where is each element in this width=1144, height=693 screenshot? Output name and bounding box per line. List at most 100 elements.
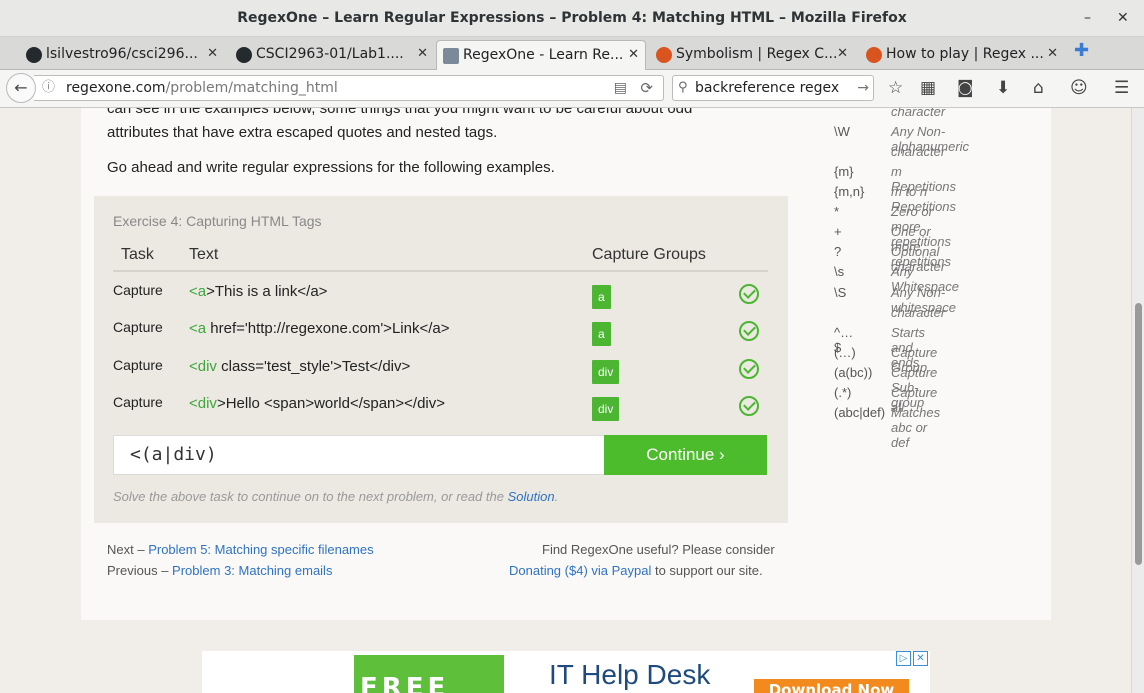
donate-link[interactable]: Donating ($4) via Paypal: [509, 563, 651, 578]
cheat-symbol: {m}: [834, 164, 854, 179]
previous-problem: Previous – Problem 3: Matching emails: [107, 563, 332, 578]
cheat-symbol: \W: [834, 124, 850, 139]
table-row: Capture <a href='http://regexone.com'>Li…: [94, 319, 788, 349]
continue-button[interactable]: Continue ›: [604, 435, 767, 475]
close-window-icon[interactable]: ✕: [1117, 0, 1129, 37]
cheat-symbol: +: [834, 224, 842, 239]
search-value: backreference regex: [695, 80, 840, 96]
tab-strip: lsilvestro96/csci296... ✕ CSCI2963-01/La…: [0, 37, 1144, 70]
tab-github-csci2961[interactable]: lsilvestro96/csci296... ✕: [20, 40, 224, 70]
tab-close-icon[interactable]: ✕: [207, 40, 218, 68]
pocket-icon[interactable]: ◙: [957, 78, 974, 98]
table-row: Capture <div>Hello <span>world</span></d…: [94, 394, 788, 424]
scrollbar-thumb[interactable]: [1135, 303, 1142, 565]
cheat-desc: character: [891, 305, 946, 320]
tab-close-icon[interactable]: ✕: [1047, 40, 1058, 68]
cheat-desc: character: [891, 108, 946, 119]
row-text: <a href='http://regexone.com'>Link</a>: [189, 320, 450, 337]
advertisement-banner[interactable]: FREE IT Help Desk Download Now ▷ ✕: [202, 651, 930, 693]
cheat-desc: Matches abc or def: [891, 405, 941, 450]
donate-prompt: Find RegexOne useful? Please consider: [542, 542, 775, 557]
ad-download-button[interactable]: Download Now: [754, 679, 909, 693]
checkmark-icon: [739, 396, 759, 416]
back-button[interactable]: ←: [6, 73, 36, 103]
tab-close-icon[interactable]: ✕: [837, 40, 848, 68]
previous-problem-link[interactable]: Problem 3: Matching emails: [172, 563, 332, 578]
search-input[interactable]: ⚲ backreference regex →: [672, 75, 874, 101]
hello-icon[interactable]: ☺: [1070, 78, 1088, 98]
capture-group-badge: div: [592, 360, 620, 384]
row-task: Capture: [113, 394, 163, 410]
solve-hint: Solve the above task to continue on to t…: [113, 489, 558, 504]
menu-icon[interactable]: ☰: [1114, 78, 1129, 98]
header-task: Task: [121, 246, 154, 263]
next-problem-link[interactable]: Problem 5: Matching specific filenames: [148, 542, 373, 557]
unmatched-text: >Hello <span>world</span></div>: [216, 395, 446, 412]
tab-close-icon[interactable]: ✕: [628, 41, 639, 69]
ad-free-text: FREE: [360, 673, 450, 693]
tab-symbolism-regex[interactable]: Symbolism | Regex C... ✕: [650, 40, 854, 70]
row-task: Capture: [113, 357, 163, 373]
intro-text-line: Go ahead and write regular expressions f…: [107, 159, 555, 176]
cheat-symbol: (abc|def): [834, 405, 886, 420]
navigation-bar: ⓘ regexone.com/problem/matching_html ▤ ⟳…: [0, 70, 1144, 108]
solution-link[interactable]: Solution: [508, 489, 555, 504]
bookmark-star-icon[interactable]: ☆: [888, 78, 903, 98]
checkmark-icon: [739, 321, 759, 341]
row-task: Capture: [113, 282, 163, 298]
tab-close-icon[interactable]: ✕: [417, 40, 428, 68]
info-icon[interactable]: ⓘ: [42, 76, 55, 100]
table-row: Capture <div class='test_style'>Test</di…: [94, 357, 788, 387]
header-divider: [113, 270, 768, 272]
donate-line: Donating ($4) via Paypal to support our …: [509, 563, 763, 578]
regex-answer-input[interactable]: <(a|div): [113, 435, 605, 475]
matched-text: <a: [189, 320, 207, 337]
minimize-icon[interactable]: –: [1084, 0, 1091, 37]
window-titlebar: RegexOne – Learn Regular Expressions – P…: [0, 0, 1144, 37]
row-text: <a>This is a link</a>: [189, 283, 327, 300]
page-content: can see in the examples below, some thin…: [0, 108, 1131, 693]
url-path: /problem/matching_html: [165, 80, 338, 96]
matched-text: <a: [189, 283, 207, 300]
search-go-icon[interactable]: →: [857, 76, 869, 100]
next-problem: Next – Problem 5: Matching specific file…: [107, 542, 374, 557]
tab-regexone[interactable]: RegexOne - Learn Re... ✕: [436, 40, 646, 70]
cheat-symbol: (…): [834, 345, 856, 360]
reader-view-icon[interactable]: ▤: [614, 76, 627, 100]
ad-close-icon[interactable]: ✕: [913, 651, 928, 666]
crossword-icon: [656, 47, 672, 63]
url-bar[interactable]: ⓘ regexone.com/problem/matching_html ▤ ⟳: [34, 75, 664, 101]
header-capture-groups: Capture Groups: [592, 246, 706, 263]
reading-list-icon[interactable]: ▦: [920, 78, 936, 98]
cheat-symbol: \s: [834, 264, 845, 279]
cheat-symbol: \S: [834, 285, 847, 300]
tab-label: CSCI2963-01/Lab1....: [256, 46, 404, 62]
page-scrollbar[interactable]: [1131, 108, 1144, 693]
new-tab-icon[interactable]: ✚: [1074, 40, 1089, 61]
regexone-icon: [443, 48, 459, 64]
row-text: <div class='test_style'>Test</div>: [189, 358, 410, 375]
home-icon[interactable]: ⌂: [1033, 78, 1044, 98]
matched-text: <div: [189, 358, 217, 375]
adchoices-icon[interactable]: ▷: [896, 651, 911, 666]
cheat-symbol: (a(bc)): [834, 365, 873, 380]
download-icon[interactable]: ⬇: [996, 78, 1010, 98]
donate-suffix: to support our site.: [651, 563, 763, 578]
tab-how-to-play[interactable]: How to play | Regex ... ✕: [860, 40, 1064, 70]
table-row: Capture <a>This is a link</a> a: [94, 282, 788, 312]
checkmark-icon: [739, 284, 759, 304]
solve-hint-end: .: [554, 489, 559, 504]
header-text: Text: [189, 246, 219, 263]
tab-label: Symbolism | Regex C...: [676, 46, 838, 62]
tab-github-lab1[interactable]: CSCI2963-01/Lab1.... ✕: [230, 40, 434, 70]
ad-title: IT Help Desk: [549, 659, 711, 690]
cheat-symbol: (.*): [834, 385, 852, 400]
reload-icon[interactable]: ⟳: [640, 76, 653, 100]
intro-text-line: can see in the examples below, some thin…: [107, 108, 693, 117]
unmatched-text: href='http://regexone.com'>Link</a>: [206, 320, 450, 337]
tab-label: lsilvestro96/csci296...: [46, 46, 198, 62]
exercise-panel: Exercise 4: Capturing HTML Tags Task Tex…: [94, 196, 788, 523]
unmatched-text: class='test_style'>Test</div>: [216, 358, 411, 375]
github-icon: [26, 47, 42, 63]
capture-group-badge: div: [592, 397, 620, 421]
